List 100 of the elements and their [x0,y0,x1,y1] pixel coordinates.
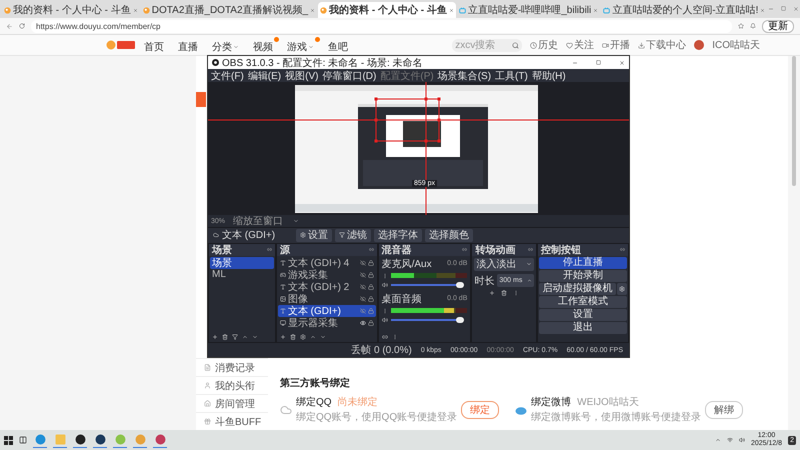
control-button[interactable]: 开始录制 [539,270,627,282]
transition-dropdown[interactable]: 淡入淡出 [474,258,534,271]
nav-link[interactable]: 游戏 [287,36,320,54]
source-item[interactable]: 显示器采集 [278,316,376,329]
source-item[interactable]: 文本 (GDI+) 2 [278,280,376,293]
settings-button[interactable] [617,282,627,295]
bind-button[interactable]: 解绑 [705,400,744,418]
user-name[interactable]: ICO咕咕天 [712,38,760,52]
source-tool-button[interactable]: 滤镜 [335,228,371,242]
lock-icon[interactable] [368,260,374,266]
menu-item[interactable]: 视图(V) [285,68,318,82]
lock-icon[interactable] [368,308,374,314]
close-icon[interactable] [793,6,800,12]
reload-icon[interactable] [19,23,25,29]
zoom-mode-dropdown[interactable]: 缩放至窗口 [233,214,300,228]
site-logo-icon[interactable] [106,39,136,51]
move-up-icon[interactable] [242,334,248,340]
menu-item[interactable]: 场景集合(S) [438,68,492,82]
header-link[interactable]: 下载中心 [638,38,686,52]
move-up-icon[interactable] [310,334,316,340]
undock-icon[interactable] [462,247,468,252]
text-icon [280,308,286,314]
browser-tab[interactable]: DOTA2直播_DOTA2直播解说视频_ [140,2,318,18]
update-button[interactable]: 更新 [762,20,794,32]
settings-icon[interactable] [300,334,306,340]
nav-link[interactable]: 分类 [212,36,245,54]
favorite-icon[interactable] [738,23,744,29]
chevron-up-icon[interactable] [714,437,721,443]
control-button[interactable]: 停止直播 [539,256,627,269]
visibility-icon[interactable] [360,296,366,302]
address-field[interactable]: https://www.douyu.com/member/cp [31,20,732,32]
control-button[interactable]: 退出 [539,322,627,334]
source-item[interactable]: 游戏采集 [278,268,376,281]
app-icon[interactable] [74,434,86,445]
header-link[interactable]: 开播 [602,38,630,52]
visibility-icon[interactable] [360,272,366,278]
nav-link[interactable]: 首页 [144,36,170,54]
windows-start-icon[interactable] [4,436,13,444]
undock-icon[interactable] [368,247,374,252]
close-icon[interactable] [619,60,625,66]
volume-icon[interactable] [738,437,745,443]
speaker-icon[interactable] [382,316,388,323]
control-button[interactable]: 设置 [539,308,627,321]
add-icon[interactable] [280,334,286,340]
browser-tab[interactable]: 立直咕咕爱的个人空间-立直咕咕! [601,2,768,18]
visibility-icon[interactable] [360,284,366,290]
back-icon[interactable] [6,22,13,30]
header-link[interactable]: 历史 [530,38,558,52]
undock-icon[interactable] [266,247,272,252]
lock-icon[interactable] [368,284,374,290]
source-tool-button[interactable]: 设置 [296,228,332,242]
lock-icon[interactable] [368,320,374,326]
avatar-icon[interactable] [694,40,704,50]
source-item[interactable]: 文本 (GDI+) [278,304,376,317]
nav-link[interactable]: 直播 [178,36,204,54]
scene-item[interactable]: ML [210,268,274,281]
header-link[interactable]: 关注 [566,38,594,52]
control-button[interactable]: 启动虚拟摄像机 [539,282,616,295]
browser-tab[interactable]: 我的资料 - 个人中心 - 斗鱼 [318,2,456,18]
delete-icon[interactable] [290,334,296,340]
move-down-icon[interactable] [252,334,258,340]
source-tool-button[interactable]: 选择字体 [374,228,422,242]
add-icon[interactable] [489,290,496,296]
source-item[interactable]: 图像 [278,292,376,305]
delete-icon[interactable] [501,290,508,296]
app-icon[interactable] [94,434,106,445]
maximize-icon[interactable] [596,60,601,65]
bell-icon[interactable] [750,23,756,29]
scene-item[interactable]: 场景 [210,256,274,269]
lock-icon[interactable] [368,296,374,302]
nav-link[interactable]: 视频 [253,36,279,54]
menu-item[interactable]: 编辑(E) [248,68,282,82]
menu-item[interactable]: 工具(T) [495,68,528,82]
scrollbar[interactable] [792,56,796,186]
task-view-icon[interactable] [19,436,27,444]
browser-tab[interactable]: 我的资料 - 个人中心 - 斗鱼 [2,2,140,18]
menu-item[interactable]: 文件(F) [211,68,244,82]
source-tool-button[interactable]: 选择颜色 [425,228,473,242]
source-item[interactable]: 文本 (GDI+) 4 [278,256,376,269]
slider-handle[interactable] [456,282,464,288]
browser-tab[interactable]: 立直咕咕爱-哔哩哔哩_bilibili [456,2,600,18]
undock-icon[interactable] [620,247,625,252]
control-button[interactable]: 工作室模式 [539,296,627,308]
menu-item[interactable]: 停靠窗口(D) [322,68,376,82]
visibility-icon[interactable] [360,260,366,266]
minimize-icon[interactable] [572,60,578,66]
menu-item[interactable]: 帮助(H) [532,68,566,82]
move-down-icon[interactable] [320,334,326,340]
speaker-icon[interactable] [382,282,388,288]
slider-handle[interactable] [456,316,464,323]
nav-link[interactable]: 鱼吧 [328,36,354,54]
search-icon[interactable] [512,42,520,48]
delete-icon[interactable] [222,334,228,340]
binding-status: WEIJO咕咕天 [577,396,639,409]
add-icon[interactable] [212,334,218,340]
filter-icon[interactable] [232,334,238,340]
wifi-icon[interactable] [726,437,733,443]
link-icon[interactable] [382,334,388,340]
lock-icon[interactable] [368,272,374,278]
undock-icon[interactable] [528,247,534,252]
